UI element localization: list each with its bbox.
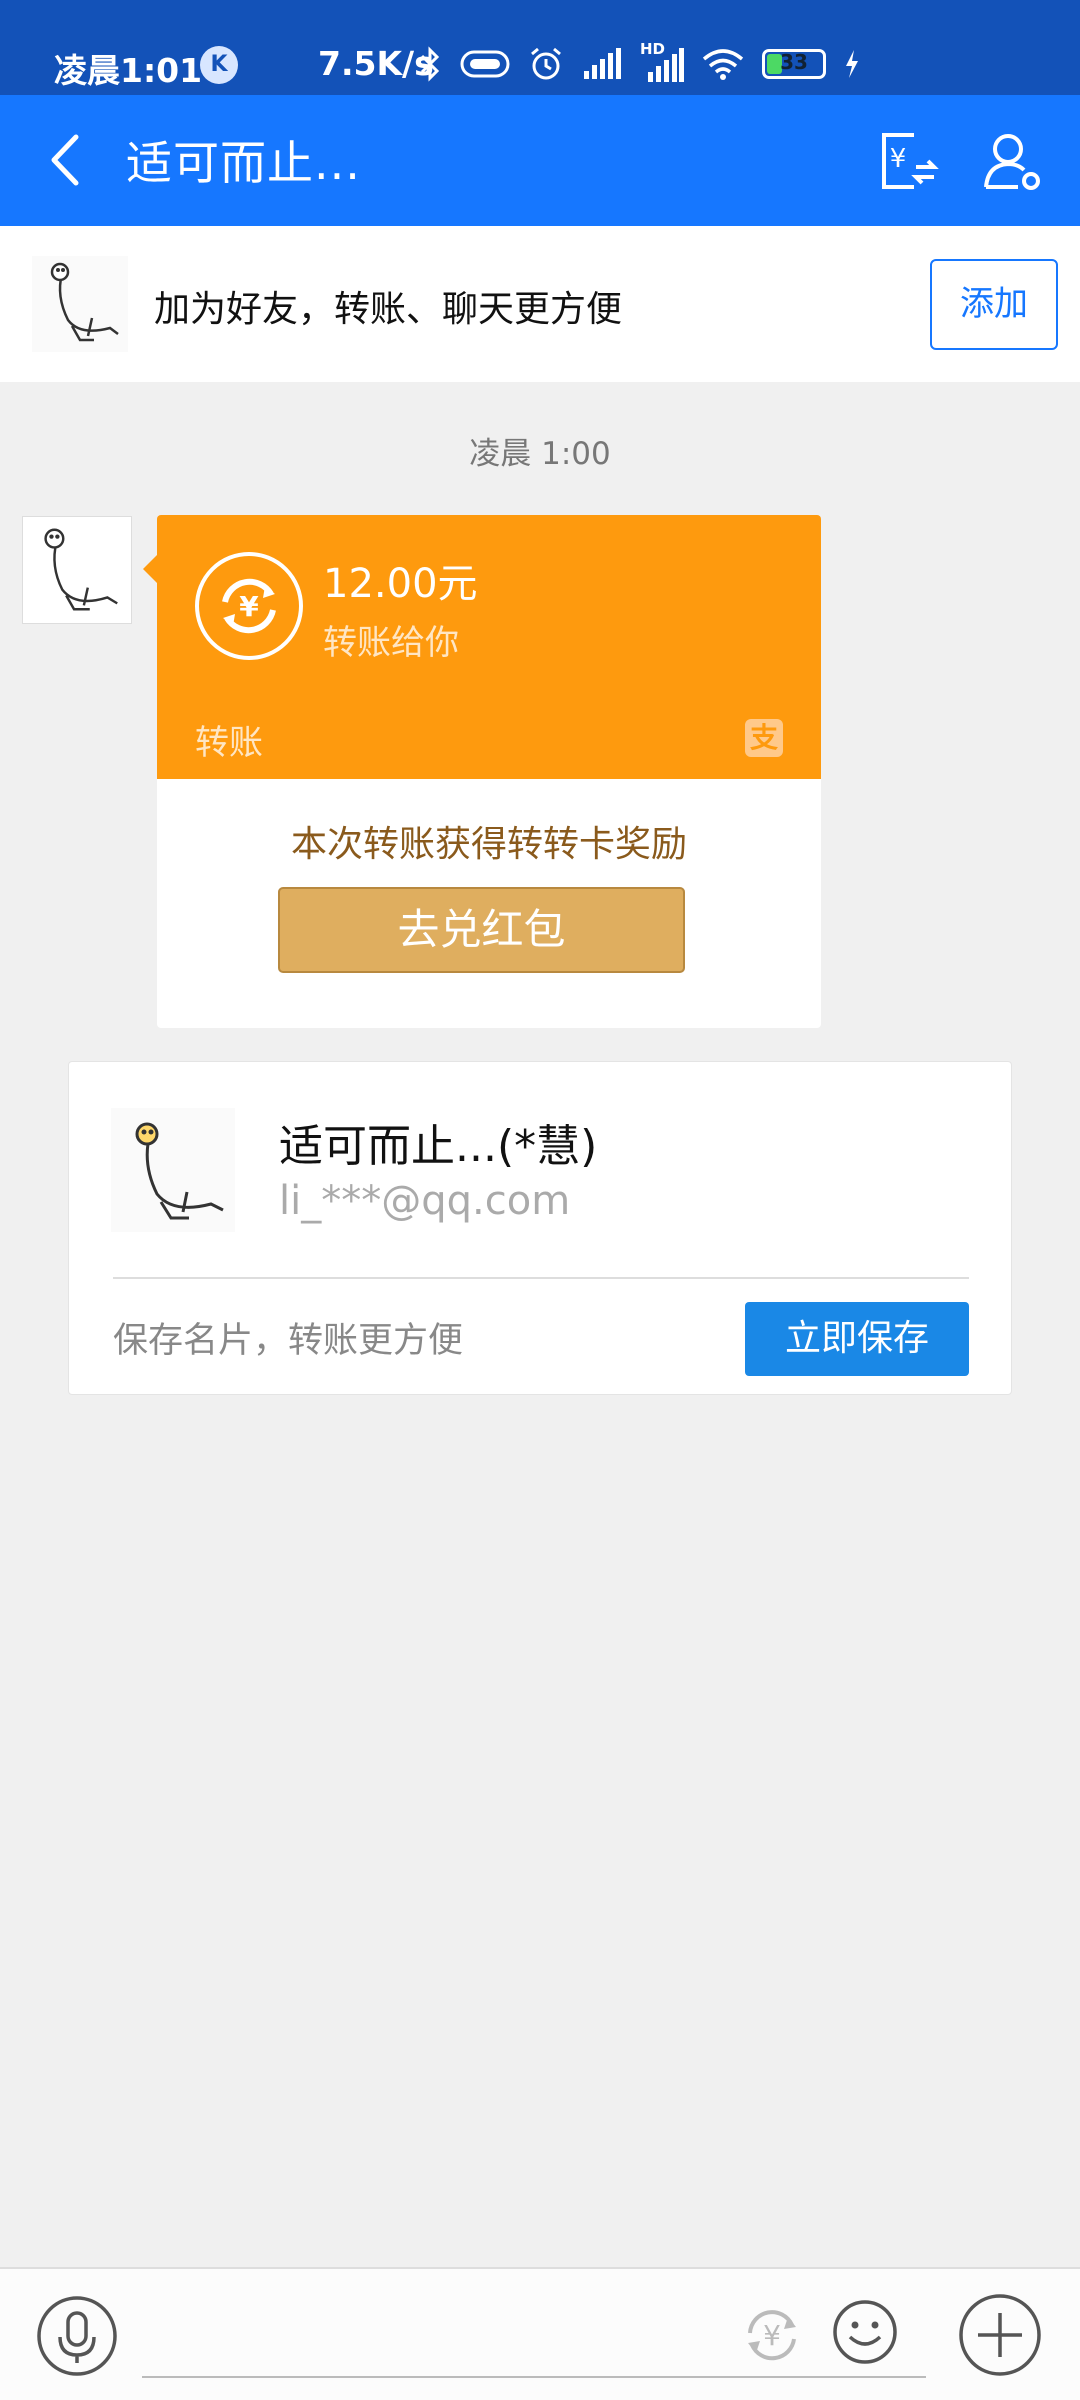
- charging-icon: [846, 50, 858, 78]
- bubble-arrow: [143, 555, 157, 583]
- profile-settings-icon[interactable]: [980, 129, 1044, 193]
- message-input[interactable]: [142, 2376, 926, 2378]
- add-friend-text: 加为好友，转账、聊天更方便: [154, 289, 623, 330]
- add-friend-banner: 加为好友，转账、聊天更方便 添加: [0, 226, 1080, 382]
- transfer-type-label: 转账: [195, 723, 263, 763]
- status-bar: 凌晨1:01 K 7.5K/s HD 33: [0, 0, 1080, 95]
- avatar: [32, 256, 128, 352]
- message-input-bar: ¥: [0, 2267, 1080, 2400]
- transfer-amount: 12.00元: [323, 561, 478, 607]
- transfer-exchange-icon: ¥: [195, 552, 303, 660]
- save-card-hint: 保存名片，转账更方便: [113, 1321, 464, 1361]
- page-title: 适可而止...: [126, 136, 361, 190]
- transfer-yuan-icon[interactable]: ¥: [876, 129, 940, 193]
- vibrate-icon: [460, 50, 510, 78]
- signal-hd-icon: HD: [640, 40, 684, 84]
- message-timestamp: 凌晨 1:00: [469, 436, 611, 472]
- svg-text:¥: ¥: [763, 2319, 781, 2352]
- status-icons: HD 33: [418, 40, 860, 86]
- battery-level: 33: [780, 50, 808, 74]
- battery-icon: 33: [762, 49, 826, 79]
- alarm-icon: [531, 47, 561, 80]
- transfer-message[interactable]: ¥ 12.00元 转账给你 转账 支 本次转账获得转转卡奖励 去兑红包: [143, 515, 821, 1028]
- emoji-icon[interactable]: [832, 2299, 898, 2365]
- k-app-icon: K: [200, 46, 238, 84]
- nav-bar: 适可而止... ¥: [0, 95, 1080, 226]
- svg-text:¥: ¥: [890, 144, 907, 174]
- contact-card: 适可而止...(*慧) li_***@qq.com 保存名片，转账更方便 立即保…: [68, 1061, 1012, 1395]
- contact-avatar[interactable]: [111, 1108, 235, 1232]
- signal-icon: [584, 48, 621, 79]
- add-friend-button[interactable]: 添加: [930, 259, 1058, 350]
- yuan-transfer-icon[interactable]: ¥: [736, 2299, 808, 2371]
- redeem-red-packet-button[interactable]: 去兑红包: [278, 887, 685, 973]
- status-time: 凌晨1:01: [54, 51, 203, 90]
- svg-text:¥: ¥: [239, 590, 259, 623]
- transfer-description: 转账给你: [323, 623, 459, 663]
- network-speed: 7.5K/s: [318, 44, 434, 83]
- save-now-button[interactable]: 立即保存: [745, 1302, 969, 1376]
- divider: [113, 1277, 969, 1279]
- microphone-icon[interactable]: [36, 2295, 118, 2377]
- back-arrow-icon[interactable]: [40, 125, 100, 195]
- wifi-icon: [702, 49, 744, 80]
- transfer-header[interactable]: ¥ 12.00元 转账给你 转账 支: [143, 515, 821, 779]
- plus-icon[interactable]: [958, 2293, 1042, 2377]
- contact-name: 适可而止...(*慧): [279, 1121, 598, 1172]
- alipay-logo-icon: 支: [745, 719, 783, 757]
- bluetooth-icon: [420, 46, 440, 82]
- sender-avatar[interactable]: [22, 516, 132, 624]
- reward-text: 本次转账获得转转卡奖励: [290, 824, 687, 865]
- contact-email: li_***@qq.com: [279, 1178, 571, 1224]
